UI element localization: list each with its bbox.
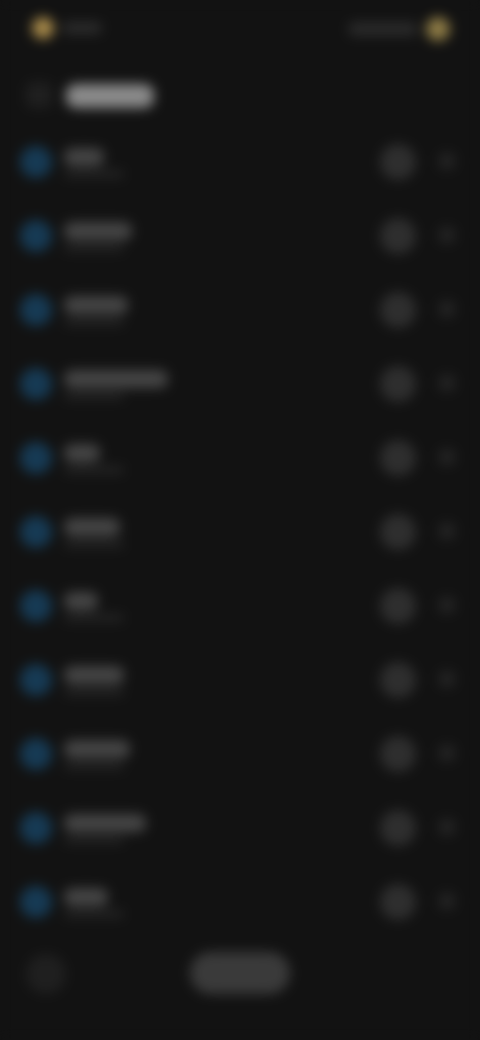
list-item[interactable]	[0, 716, 480, 790]
status-badge	[380, 810, 416, 846]
status-badge	[380, 662, 416, 698]
status-badge	[380, 440, 416, 476]
item-icon	[20, 812, 52, 844]
list-item-label	[64, 592, 98, 610]
list-item-label	[64, 740, 130, 758]
list-item[interactable]	[0, 124, 480, 198]
list-item-label	[64, 444, 100, 462]
status-indicator-icon[interactable]	[426, 17, 450, 41]
list-item-subtitle	[64, 318, 124, 326]
list-item-label	[64, 222, 132, 240]
list-item[interactable]	[0, 642, 480, 716]
status-left	[32, 16, 112, 40]
list-item[interactable]	[0, 198, 480, 272]
app-screen	[0, 0, 480, 1040]
list-item-label	[64, 518, 120, 536]
item-icon	[20, 146, 52, 178]
item-icon	[20, 590, 52, 622]
more-icon[interactable]	[438, 300, 456, 318]
list-item-subtitle	[64, 614, 124, 622]
more-icon[interactable]	[438, 596, 456, 614]
more-icon[interactable]	[438, 374, 456, 392]
list-item[interactable]	[0, 272, 480, 346]
list-item-label	[64, 148, 104, 166]
list-item-label	[64, 370, 168, 388]
list-item-label	[64, 814, 146, 832]
more-icon[interactable]	[438, 670, 456, 688]
list-item[interactable]	[0, 346, 480, 420]
app-status-icon	[32, 17, 54, 39]
list-item-subtitle	[64, 910, 124, 918]
list-item-subtitle	[64, 244, 124, 252]
more-icon[interactable]	[438, 152, 456, 170]
menu-icon[interactable]	[26, 954, 66, 994]
item-icon	[20, 886, 52, 918]
list-item[interactable]	[0, 568, 480, 642]
page-title	[66, 84, 154, 108]
list-item[interactable]	[0, 864, 480, 938]
more-icon[interactable]	[438, 226, 456, 244]
status-badge	[380, 144, 416, 180]
more-icon[interactable]	[438, 448, 456, 466]
item-icon	[20, 220, 52, 252]
list-item-subtitle	[64, 836, 124, 844]
status-badge	[380, 292, 416, 328]
back-icon[interactable]	[26, 82, 52, 108]
status-badge	[380, 588, 416, 624]
item-icon	[20, 442, 52, 474]
status-badge	[380, 514, 416, 550]
primary-action-button[interactable]	[190, 952, 290, 994]
list-item-subtitle	[64, 762, 124, 770]
more-icon[interactable]	[438, 818, 456, 836]
status-badge	[380, 736, 416, 772]
list-item-subtitle	[64, 688, 124, 696]
status-right-text	[348, 22, 418, 36]
item-icon	[20, 368, 52, 400]
list-item-label	[64, 888, 108, 906]
status-bar	[0, 0, 480, 56]
status-left-text	[62, 22, 102, 34]
page-header	[0, 70, 480, 120]
bottom-bar	[0, 930, 480, 1020]
list-item-subtitle	[64, 392, 124, 400]
list-item[interactable]	[0, 790, 480, 864]
item-icon	[20, 516, 52, 548]
more-icon[interactable]	[438, 522, 456, 540]
list-item-subtitle	[64, 170, 124, 178]
list-item-subtitle	[64, 540, 124, 548]
item-icon	[20, 664, 52, 696]
status-badge	[380, 884, 416, 920]
item-icon	[20, 738, 52, 770]
list-item[interactable]	[0, 420, 480, 494]
status-right	[340, 16, 450, 42]
more-icon[interactable]	[438, 892, 456, 910]
list-item-subtitle	[64, 466, 124, 474]
list-item[interactable]	[0, 494, 480, 568]
item-list	[0, 124, 480, 938]
more-icon[interactable]	[438, 744, 456, 762]
status-badge	[380, 366, 416, 402]
list-item-label	[64, 296, 128, 314]
status-badge	[380, 218, 416, 254]
list-item-label	[64, 666, 124, 684]
item-icon	[20, 294, 52, 326]
